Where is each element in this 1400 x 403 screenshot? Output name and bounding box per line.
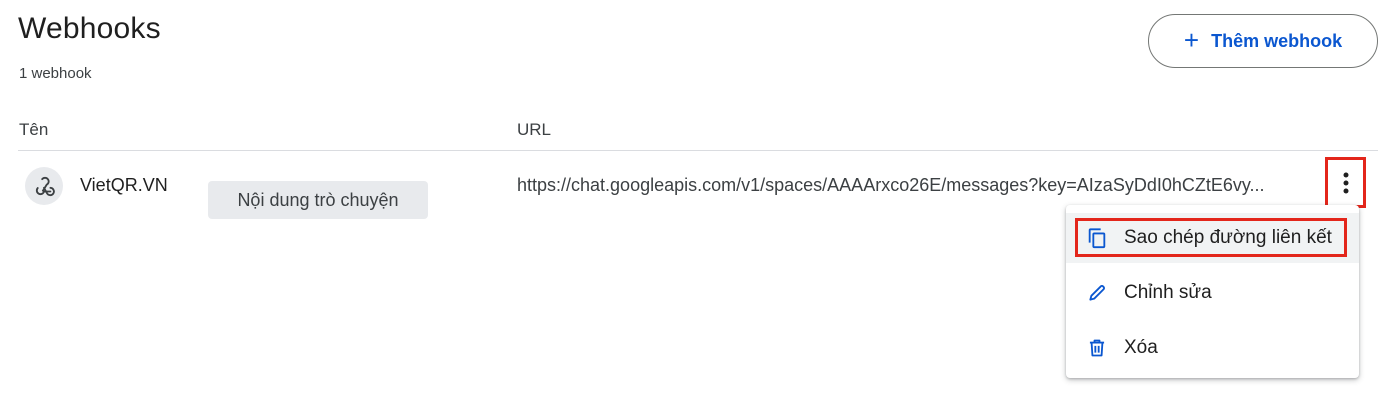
more-options-button[interactable] — [1325, 157, 1366, 208]
menu-item-copy-link[interactable]: Sao chép đường liên kết — [1066, 213, 1359, 263]
column-header-url: URL — [517, 120, 552, 139]
webhook-url: https://chat.googleapis.com/v1/spaces/AA… — [517, 175, 1265, 195]
menu-item-delete[interactable]: Xóa — [1066, 323, 1359, 373]
add-webhook-label: Thêm webhook — [1211, 30, 1343, 51]
highlight-box — [1075, 218, 1347, 257]
more-vert-icon — [1343, 172, 1348, 193]
page-title: Webhooks — [18, 12, 161, 45]
menu-item-edit-label: Chỉnh sửa — [1124, 282, 1212, 303]
add-webhook-button[interactable]: + Thêm webhook — [1148, 14, 1378, 68]
plus-icon: + — [1183, 25, 1200, 55]
table-divider — [18, 150, 1378, 151]
webhook-icon — [25, 167, 63, 205]
tooltip: Nội dung trò chuyện — [208, 181, 428, 219]
menu-item-delete-label: Xóa — [1124, 337, 1158, 358]
context-menu: Sao chép đường liên kết Chỉnh sửa Xóa — [1066, 205, 1359, 378]
menu-item-edit[interactable]: Chỉnh sửa — [1066, 268, 1359, 318]
webhook-name[interactable]: VietQR.VN — [80, 175, 168, 196]
trash-icon — [1086, 337, 1108, 359]
column-header-name: Tên — [19, 120, 49, 139]
webhook-count: 1 webhook — [19, 65, 92, 82]
pencil-icon — [1086, 282, 1108, 304]
